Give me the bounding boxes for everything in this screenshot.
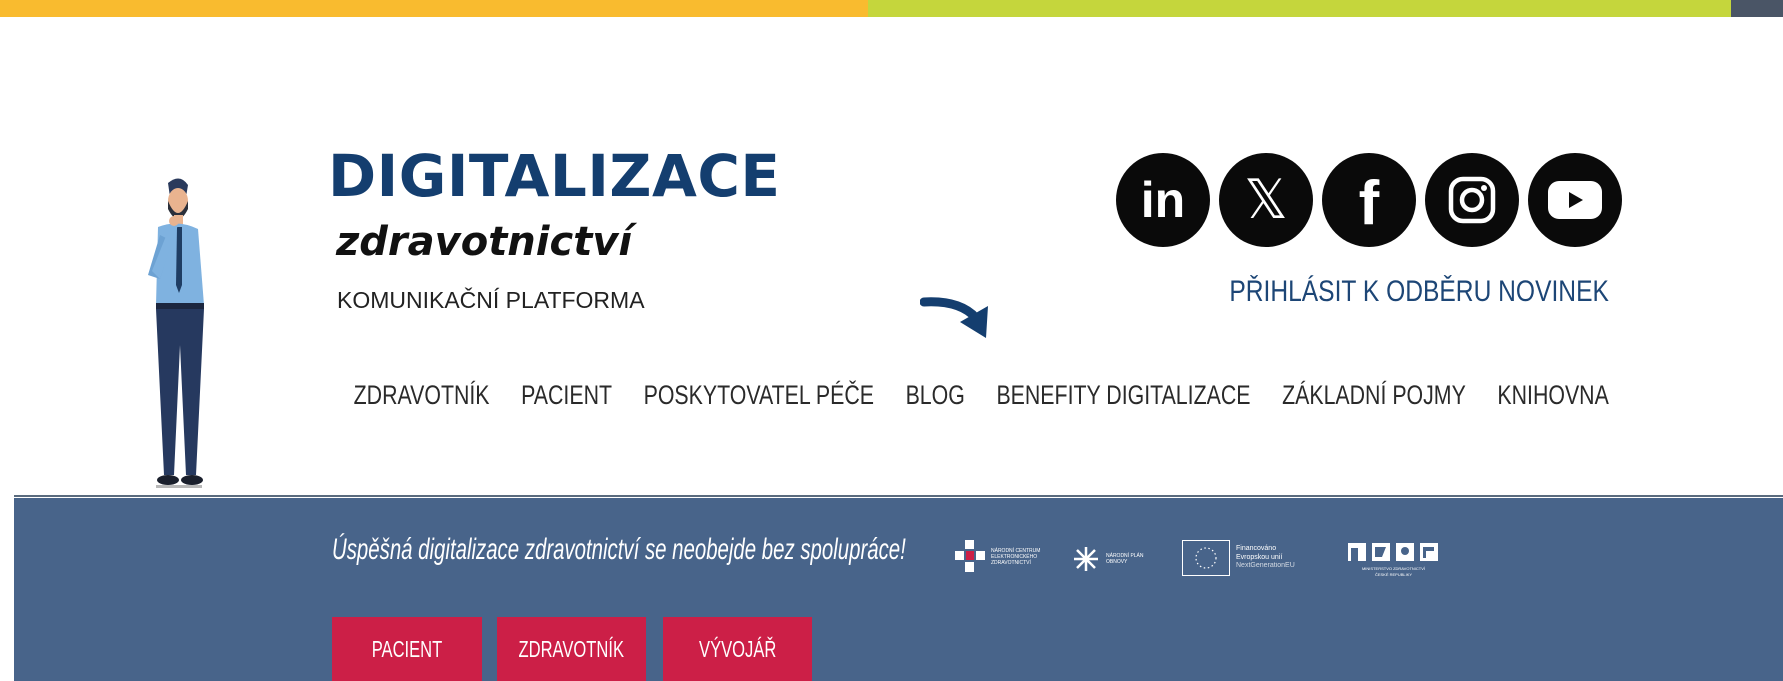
eu-text-line-3: NextGenerationEU: [1236, 562, 1295, 570]
mzcr-logo-text-1: MINISTERSTVO ZDRAVOTNICTVÍ: [1361, 566, 1426, 571]
facebook-glyph: f: [1358, 169, 1380, 238]
cooperation-slogan: Úspěšná digitalizace zdravotnictví se ne…: [332, 533, 906, 566]
facebook-icon[interactable]: f: [1322, 153, 1416, 247]
top-bar-dark-segment: [1731, 0, 1783, 17]
linkedin-glyph: in: [1140, 172, 1186, 228]
pacient-button-label: PACIENT: [371, 635, 443, 662]
eu-flag-icon: [1182, 540, 1230, 576]
npo-logo-text: NÁRODNÍ PLÁN OBNOVY: [1106, 553, 1144, 565]
nceez-logo-text: NÁRODNÍ CENTRUM ELEKTRONICKÉHO ZDRAVOTNI…: [991, 548, 1041, 566]
top-bar-green-segment: [868, 0, 1731, 17]
nav-item-zakladni-pojmy[interactable]: ZÁKLADNÍ POJMY: [1282, 380, 1466, 411]
nav-item-benefity-digitalizace[interactable]: BENEFITY DIGITALIZACE: [997, 380, 1251, 411]
logo-title[interactable]: DIGITALIZACE: [328, 142, 781, 210]
top-bar-yellow-segment: [0, 0, 868, 17]
zdravotnik-button[interactable]: ZDRAVOTNÍK: [497, 617, 646, 681]
partner-logo-npo[interactable]: NÁRODNÍ PLÁN OBNOVY: [1072, 545, 1156, 573]
mzcr-logo-text-2: ČESKÉ REPUBLIKY: [1374, 572, 1413, 577]
bearded-man-illustration: [148, 178, 204, 488]
top-color-bar: [0, 0, 1783, 17]
partner-logo-mzcr[interactable]: MINISTERSTVO ZDRAVOTNICTVÍ ČESKÉ REPUBLI…: [1346, 539, 1441, 577]
nceez-logo-icon: [955, 540, 985, 572]
logo-subtitle[interactable]: zdravotnictví: [336, 219, 632, 265]
eu-text-line-1: Financováno: [1236, 544, 1277, 552]
partner-band: [14, 498, 1783, 681]
nav-item-knihovna[interactable]: KNIHOVNA: [1498, 380, 1609, 411]
logo-tagline: KOMUNIKAČNÍ PLATFORMA: [337, 287, 645, 313]
vyvojar-button[interactable]: VÝVOJÁŘ: [663, 617, 812, 681]
youtube-icon[interactable]: [1528, 153, 1622, 247]
partner-logo-eu[interactable]: Financováno Evropskou unií NextGeneratio…: [1182, 540, 1316, 576]
vyvojar-button-label: VÝVOJÁŘ: [698, 635, 777, 662]
social-links: in 𝕏 f: [1116, 153, 1622, 247]
eu-text-line-2: Evropskou unií: [1236, 553, 1283, 561]
mzcr-logo-glyph: [1348, 543, 1438, 561]
linkedin-icon[interactable]: in: [1116, 153, 1210, 247]
zdravotnik-button-label: ZDRAVOTNÍK: [518, 635, 625, 662]
subscribe-newsletter-link[interactable]: PŘIHLÁSIT K ODBĚRU NOVINEK: [1229, 275, 1609, 309]
x-glyph: 𝕏: [1244, 168, 1288, 231]
curved-arrow-icon: [920, 297, 988, 338]
x-twitter-icon[interactable]: 𝕏: [1219, 153, 1313, 247]
youtube-glyph: [1548, 181, 1602, 219]
main-navigation: ZDRAVOTNÍK PACIENT POSKYTOVATEL PÉČE BLO…: [354, 380, 1609, 411]
instagram-glyph: [1448, 176, 1496, 224]
nav-item-blog[interactable]: BLOG: [906, 380, 965, 411]
instagram-icon[interactable]: [1425, 153, 1519, 247]
nav-item-pacient[interactable]: PACIENT: [521, 380, 612, 411]
nav-item-zdravotnik[interactable]: ZDRAVOTNÍK: [354, 380, 490, 411]
eu-funding-text: Financováno Evropskou unií NextGeneratio…: [1236, 545, 1316, 571]
partner-logo-nceez[interactable]: NÁRODNÍ CENTRUM ELEKTRONICKÉHO ZDRAVOTNI…: [955, 540, 1051, 574]
pacient-button[interactable]: PACIENT: [332, 617, 482, 681]
header-divider: [14, 495, 1783, 497]
nav-item-poskytovatel-pece[interactable]: POSKYTOVATEL PÉČE: [644, 380, 874, 411]
npo-logo-icon: [1074, 547, 1098, 571]
